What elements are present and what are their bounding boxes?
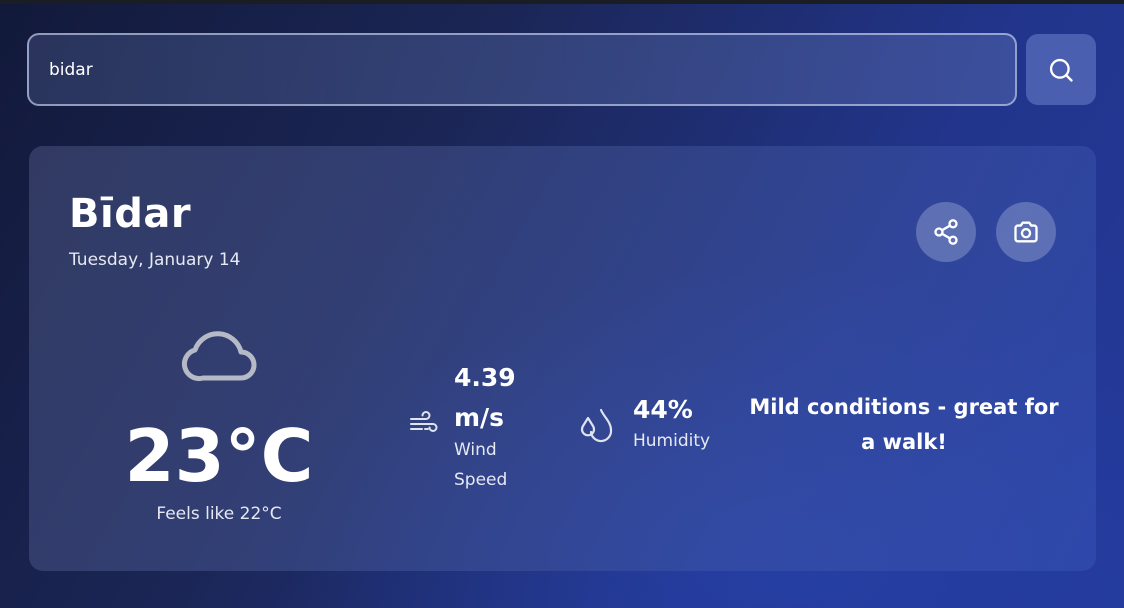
- camera-icon: [1014, 221, 1038, 243]
- wind-speed-value: 4.39 m/s: [454, 363, 516, 432]
- wind-speed-label: Wind Speed: [454, 440, 508, 490]
- search-button[interactable]: [1026, 34, 1096, 105]
- feels-like: Feels like 22°C: [156, 504, 282, 524]
- search-input[interactable]: [29, 35, 1015, 104]
- search-icon: [1049, 58, 1073, 82]
- humidity-value: 44%: [633, 395, 693, 424]
- weather-advice: Mild conditions - great for a walk!: [749, 395, 1059, 454]
- screenshot-button[interactable]: [996, 202, 1056, 262]
- search-box: [27, 33, 1017, 106]
- share-icon: [934, 219, 958, 245]
- weather-card: Bīdar Tuesday, January 14 23°C Feels lik…: [29, 146, 1096, 571]
- share-button[interactable]: [916, 202, 976, 262]
- wind-icon: [410, 411, 438, 432]
- droplets-icon: [580, 408, 613, 443]
- cloud-icon: [181, 331, 257, 382]
- temperature: 23°C: [124, 414, 314, 498]
- city-name: Bīdar: [69, 191, 192, 237]
- humidity-label: Humidity: [633, 431, 711, 451]
- window-top-border: [0, 0, 1124, 4]
- current-date: Tuesday, January 14: [69, 250, 241, 270]
